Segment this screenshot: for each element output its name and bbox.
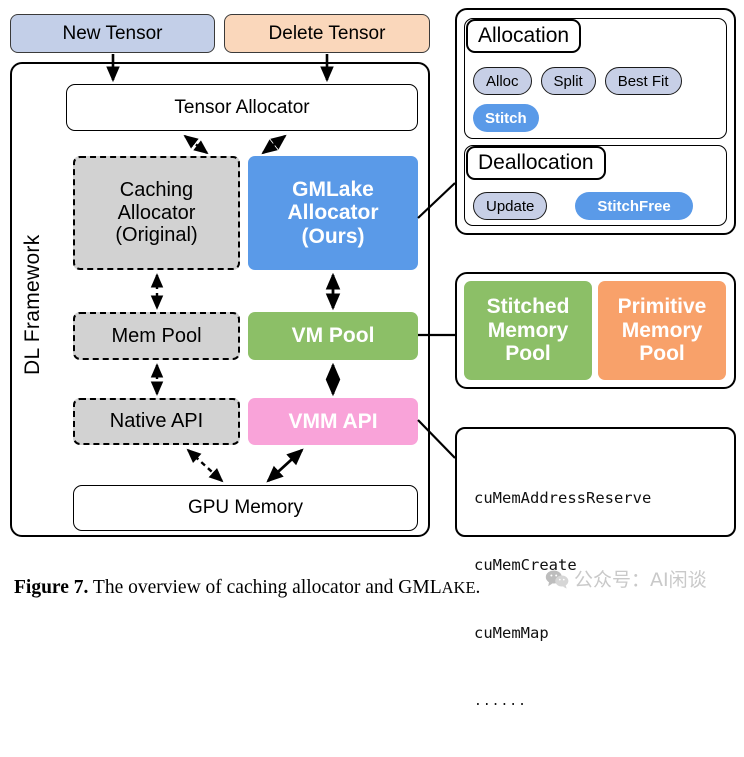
stitched-pool-line-3: Pool: [505, 342, 551, 366]
gmlake-allocator-line-1: GMLake: [292, 177, 374, 201]
primitive-pool-line-2: Memory: [621, 318, 703, 342]
vmm-api-box: VMM API: [248, 398, 418, 445]
new-tensor-label: New Tensor: [62, 22, 163, 44]
gmlake-allocator-line-3: (Ours): [301, 224, 365, 248]
pill-update[interactable]: Update: [473, 192, 548, 220]
figure-caption-end: .: [475, 577, 481, 598]
caching-allocator-line-2: Allocator: [117, 201, 196, 224]
pill-stitchfree[interactable]: StitchFree: [575, 192, 693, 220]
native-api-box: Native API: [73, 398, 240, 445]
primitive-memory-pool-box: Primitive Memory Pool: [598, 281, 726, 380]
watermark: 公众号：AI闲谈: [545, 565, 707, 592]
figure-caption-text: The overview of caching allocator and GM…: [88, 577, 442, 598]
pill-alloc[interactable]: Alloc: [473, 67, 532, 95]
figure-caption-smallcaps: AKE: [441, 578, 476, 597]
gpu-memory-label: GPU Memory: [187, 497, 304, 519]
caching-allocator-box: Caching Allocator (Original): [73, 156, 240, 270]
caching-allocator-line-3: (Original): [115, 224, 198, 247]
figure-canvas: New Tensor Delete Tensor DL Framework Te…: [0, 0, 744, 709]
cumem-api-ellipsis: ......: [474, 694, 527, 710]
vmm-api-label: VMM API: [288, 409, 378, 433]
primitive-pool-line-3: Pool: [639, 342, 685, 366]
delete-tensor-box: Delete Tensor: [224, 14, 430, 53]
gpu-memory-box: GPU Memory: [73, 485, 418, 531]
gmlake-allocator-box: GMLake Allocator (Ours): [248, 156, 418, 270]
stitched-pool-line-1: Stitched: [486, 295, 570, 319]
tensor-allocator-label: Tensor Allocator: [174, 96, 310, 118]
primitive-pool-line-1: Primitive: [617, 295, 707, 319]
figure-caption-label: Figure 7.: [14, 577, 89, 598]
mem-pool-label: Mem Pool: [111, 324, 202, 347]
mem-pool-box: Mem Pool: [73, 312, 240, 360]
pill-best-fit[interactable]: Best Fit: [604, 67, 682, 95]
cumem-api-list: cuMemAddressReserve cuMemCreate cuMemMap…: [474, 442, 724, 757]
dl-framework-frame: [10, 62, 430, 537]
cumem-api-line-1: cuMemAddressReserve: [474, 488, 652, 507]
deallocation-title: Deallocation: [466, 146, 606, 180]
figure-caption: Figure 7. The overview of caching alloca…: [14, 577, 480, 599]
vm-pool-box: VM Pool: [248, 312, 418, 360]
stitched-pool-line-2: Memory: [487, 318, 569, 342]
dl-framework-label: DL Framework: [21, 234, 44, 376]
delete-tensor-label: Delete Tensor: [268, 22, 386, 44]
wechat-icon: [545, 569, 569, 589]
stitched-memory-pool-box: Stitched Memory Pool: [464, 281, 592, 380]
caching-allocator-line-1: Caching: [119, 179, 194, 202]
pill-split[interactable]: Split: [540, 67, 596, 95]
cumem-api-line-3: cuMemMap: [474, 623, 549, 642]
allocation-pill-row-2: Stitch: [473, 104, 723, 132]
new-tensor-box: New Tensor: [10, 14, 215, 53]
allocation-title: Allocation: [466, 19, 582, 53]
allocation-pill-row-1: Alloc Split Best Fit: [473, 67, 723, 95]
deallocation-pill-row: Update StitchFree: [473, 192, 723, 220]
tensor-allocator-box: Tensor Allocator: [66, 84, 418, 131]
pill-stitch[interactable]: Stitch: [473, 104, 539, 132]
native-api-label: Native API: [109, 410, 204, 433]
watermark-text: 公众号：AI闲谈: [574, 569, 707, 591]
gmlake-allocator-line-2: Allocator: [287, 201, 379, 225]
vm-pool-label: VM Pool: [291, 324, 375, 348]
